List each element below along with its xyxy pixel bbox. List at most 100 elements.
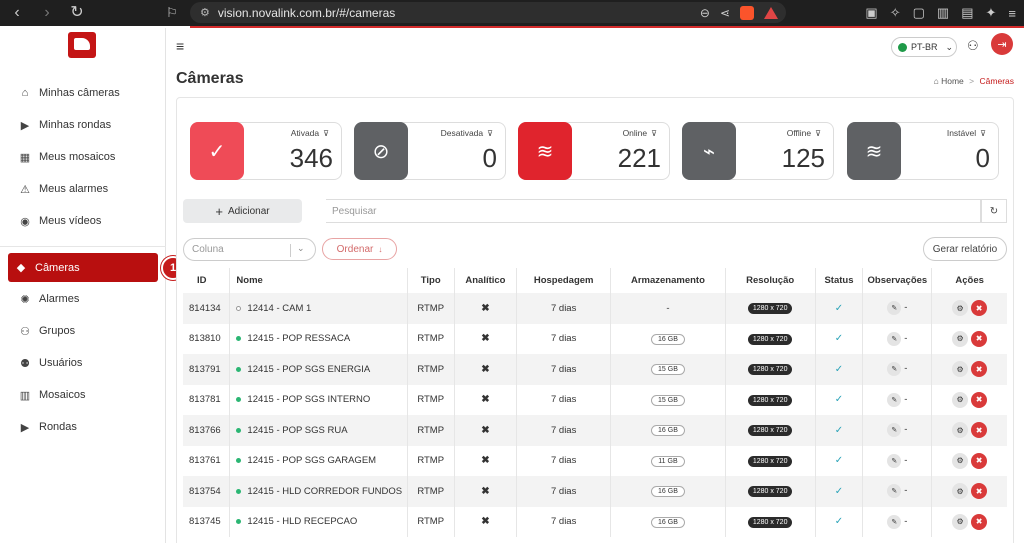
settings-button[interactable]: ⚙ <box>952 422 969 439</box>
language-selector[interactable]: PT-BR ⌄ <box>891 37 957 57</box>
settings-button[interactable]: ⚙ <box>952 452 969 469</box>
hamburger-icon[interactable]: ≡ <box>176 38 184 54</box>
table-row[interactable]: 813810 12415 - POP RESSACA RTMP ✖ 7 dias 16 G… <box>183 323 1007 354</box>
table-row[interactable]: 813761 12415 - POP SGS GARAGEM RTMP ✖ 7 dias… <box>183 445 1007 476</box>
stat-card-ativada[interactable]: ✓ Ativada ⊽ 346 <box>190 122 342 180</box>
back-icon[interactable]: ‹ <box>8 0 26 26</box>
bookmark-icon[interactable]: ⚐ <box>166 5 178 21</box>
column-header[interactable]: Analítico <box>454 268 518 293</box>
stat-card-online[interactable]: ≋ Online ⊽ 221 <box>518 122 670 180</box>
cell-name[interactable]: 12414 - CAM 1 <box>229 293 408 324</box>
logout-button[interactable]: ⇥ <box>991 33 1013 55</box>
table-row[interactable]: 813754 12415 - HLD CORREDOR FUNDOS RTMP ✖ 7 … <box>183 476 1007 507</box>
column-header[interactable]: Armazenamento <box>610 268 726 293</box>
extension-icon[interactable]: ▣ <box>865 5 877 21</box>
sidebar-item-câmeras[interactable]: ◆ Câmeras <box>8 253 158 282</box>
edit-icon[interactable]: ✎ <box>887 362 902 377</box>
edit-icon[interactable]: ✎ <box>887 301 902 316</box>
refresh-button[interactable]: ↻ <box>981 199 1007 223</box>
settings-button[interactable]: ⚙ <box>952 391 969 408</box>
column-header[interactable]: Ações <box>932 268 1007 293</box>
filter-icon[interactable]: ⊽ <box>651 129 657 138</box>
sidebar-item-meus-vídeos[interactable]: ◉ Meus vídeos <box>12 208 160 234</box>
settings-button[interactable]: ⚙ <box>952 483 969 500</box>
menu-icon[interactable]: ≡ <box>1008 6 1016 21</box>
table-row[interactable]: 813766 12415 - POP SGS RUA RTMP ✖ 7 dias 16 G… <box>183 415 1007 446</box>
column-header[interactable]: Tipo <box>407 268 455 293</box>
sidebar-item-minhas-rondas[interactable]: ▶ Minhas rondas <box>12 112 160 138</box>
sidebar-item-alarmes[interactable]: ✺ Alarmes <box>12 286 160 312</box>
brave-rewards-icon[interactable] <box>764 6 778 19</box>
column-header[interactable]: Hospedagem <box>516 268 612 293</box>
table-row[interactable]: 813745 12415 - HLD RECEPCAO RTMP ✖ 7 dias 16 … <box>183 506 1007 537</box>
table-row[interactable]: 813781 12415 - POP SGS INTERNO RTMP ✖ 7 dias… <box>183 384 1007 415</box>
column-header[interactable]: Status <box>815 268 864 293</box>
breadcrumb-home[interactable]: Home <box>941 76 964 86</box>
column-header[interactable]: Observações <box>862 268 933 293</box>
delete-button[interactable]: ✖ <box>971 361 988 378</box>
column-select[interactable]: Coluna ⌄ <box>183 238 316 261</box>
sort-button[interactable]: Ordenar ↓ <box>322 238 397 260</box>
sidebar-item-minhas-câmeras[interactable]: ⌂ Minhas câmeras <box>12 80 160 106</box>
sidebar-item-usuários[interactable]: ⚉ Usuários <box>12 350 160 376</box>
sidebar-item-meus-alarmes[interactable]: ⚠ Meus alarmes <box>12 176 160 202</box>
cell-name[interactable]: 12415 - POP RESSACA <box>229 323 408 354</box>
delete-button[interactable]: ✖ <box>971 330 988 347</box>
cell-name[interactable]: 12415 - HLD CORREDOR FUNDOS <box>229 476 408 507</box>
puzzle-icon[interactable]: ✧ <box>890 5 901 21</box>
reload-icon[interactable]: ↻ <box>68 0 86 26</box>
filter-icon[interactable]: ⊽ <box>980 129 986 138</box>
cell-name[interactable]: 12415 - POP SGS RUA <box>229 415 408 446</box>
column-header[interactable]: ID <box>183 268 231 293</box>
screenshot-icon[interactable]: ▢ <box>913 5 925 21</box>
sidebar-item-rondas[interactable]: ▶ Rondas <box>12 414 160 440</box>
search-input[interactable]: Pesquisar <box>326 199 981 223</box>
forward-icon[interactable]: › <box>38 0 56 26</box>
zoom-icon[interactable]: ⊖ <box>700 6 710 20</box>
cell-name[interactable]: 12415 - POP SGS GARAGEM <box>229 445 408 476</box>
delete-button[interactable]: ✖ <box>971 391 988 408</box>
filter-icon[interactable]: ⊽ <box>487 129 493 138</box>
cell-name[interactable]: 12415 - POP SGS ENERGIA <box>229 354 408 385</box>
url-text[interactable]: vision.novalink.com.br/#/cameras <box>218 6 395 20</box>
stat-card-instável[interactable]: ≋ Instável ⊽ 0 <box>847 122 999 180</box>
edit-icon[interactable]: ✎ <box>887 453 902 468</box>
settings-button[interactable]: ⚙ <box>952 330 969 347</box>
site-info-icon[interactable]: ⚙ <box>200 6 210 19</box>
cell-name[interactable]: 12415 - POP SGS INTERNO <box>229 384 408 415</box>
column-header[interactable]: Resolução <box>725 268 816 293</box>
column-header[interactable]: Nome <box>229 268 408 293</box>
cell-name[interactable]: 12415 - HLD RECEPCAO <box>229 506 408 537</box>
wallet-icon[interactable]: ▤ <box>961 5 973 21</box>
table-row[interactable]: 813791 12415 - POP SGS ENERGIA RTMP ✖ 7 dias… <box>183 354 1007 385</box>
edit-icon[interactable]: ✎ <box>887 514 902 529</box>
table-row[interactable]: 814134 12414 - CAM 1 RTMP ✖ 7 dias - 1280 x 72… <box>183 293 1007 324</box>
filter-icon[interactable]: ⊽ <box>815 129 821 138</box>
brave-shields-icon[interactable] <box>740 5 754 20</box>
delete-button[interactable]: ✖ <box>971 513 988 530</box>
filter-icon[interactable]: ⊽ <box>323 129 329 138</box>
delete-button[interactable]: ✖ <box>971 300 988 317</box>
delete-button[interactable]: ✖ <box>971 483 988 500</box>
sidebar-item-mosaicos[interactable]: ▥ Mosaicos <box>12 382 160 408</box>
share-icon[interactable]: ⋖ <box>720 6 730 20</box>
add-button[interactable]: + Adicionar <box>183 199 302 223</box>
sidebar-item-meus-mosaicos[interactable]: ▦ Meus mosaicos <box>12 144 160 170</box>
sidebar-item-grupos[interactable]: ⚇ Grupos <box>12 318 160 344</box>
settings-button[interactable]: ⚙ <box>952 300 969 317</box>
app-logo[interactable] <box>68 32 96 58</box>
address-bar[interactable]: ⚙ vision.novalink.com.br/#/cameras ⊖ ⋖ <box>190 2 786 23</box>
edit-icon[interactable]: ✎ <box>887 423 902 438</box>
stat-card-offline[interactable]: ⌁ Offline ⊽ 125 <box>682 122 834 180</box>
edit-icon[interactable]: ✎ <box>887 331 902 346</box>
stat-card-desativada[interactable]: ⊘ Desativada ⊽ 0 <box>354 122 506 180</box>
edit-icon[interactable]: ✎ <box>887 392 902 407</box>
user-icon[interactable]: ⚇ <box>967 38 979 54</box>
leo-icon[interactable]: ✦ <box>986 5 997 21</box>
delete-button[interactable]: ✖ <box>971 422 988 439</box>
delete-button[interactable]: ✖ <box>971 452 988 469</box>
edit-icon[interactable]: ✎ <box>887 484 902 499</box>
sidebar-toggle-icon[interactable]: ▥ <box>937 5 949 21</box>
generate-report-button[interactable]: Gerar relatório <box>923 237 1007 261</box>
settings-button[interactable]: ⚙ <box>952 361 969 378</box>
